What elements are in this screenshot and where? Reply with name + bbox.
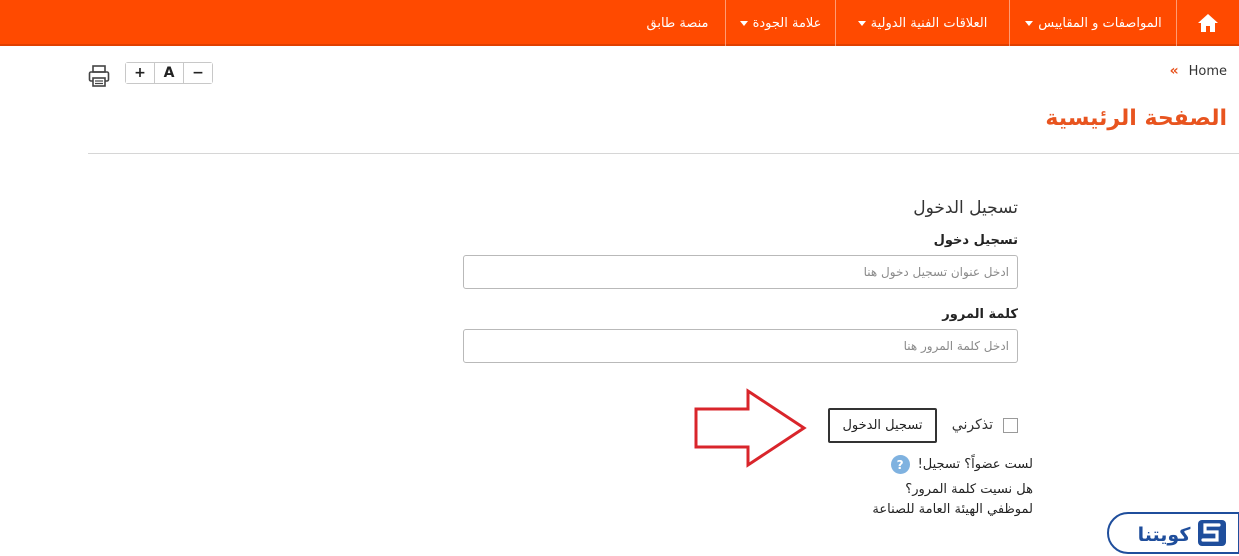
remember-me-checkbox[interactable]	[1003, 417, 1018, 433]
nav-item-standards[interactable]: المواصفات و المقاييس	[1009, 0, 1177, 46]
password-label: كلمة المرور	[942, 307, 1018, 322]
remember-me: تذكرني	[952, 417, 1018, 433]
employees-link[interactable]: لموظفي الهيئة العامة للصناعة	[872, 502, 1033, 517]
username-label: تسجيل دخول	[933, 233, 1018, 248]
register-row: لست عضواً؟ تسجيل! ?	[890, 455, 1033, 474]
remember-me-label: تذكرني	[951, 417, 993, 433]
nav-item-label: العلاقات الفنية الدولية	[870, 15, 988, 31]
top-navigation: المواصفات و المقاييس العلاقات الفنية الد…	[0, 0, 1239, 46]
nav-item-label: علامة الجودة	[752, 15, 822, 31]
nav-item-quality-mark[interactable]: علامة الجودة	[725, 0, 835, 46]
login-heading: تسجيل الدخول	[913, 198, 1018, 218]
nav-item-label: منصة طابق	[646, 15, 709, 31]
username-input[interactable]	[463, 255, 1018, 289]
nav-item-tabiq-platform[interactable]: منصة طابق	[630, 0, 725, 46]
arrow-right-icon	[694, 388, 807, 468]
kuwaitna-logo: كويتنا	[1107, 512, 1239, 554]
logo-text: كويتنا	[1138, 524, 1192, 546]
font-size-controls: + A −	[125, 62, 213, 84]
title-divider	[88, 153, 1239, 154]
breadcrumb: « Home	[1170, 63, 1227, 79]
font-increase-button[interactable]: +	[126, 63, 154, 83]
printer-icon[interactable]	[88, 64, 110, 88]
register-link[interactable]: لست عضواً؟ تسجيل!	[918, 457, 1033, 472]
page-title: الصفحة الرئيسية	[1045, 106, 1227, 131]
password-input[interactable]	[463, 329, 1018, 363]
chevron-down-icon	[739, 20, 748, 26]
login-button[interactable]: تسجيل الدخول	[828, 408, 937, 443]
breadcrumb-chevron-icon: «	[1169, 63, 1179, 79]
nav-item-label: المواصفات و المقاييس	[1038, 15, 1162, 31]
nav-home-button[interactable]	[1176, 0, 1239, 46]
nav-item-international-relations[interactable]: العلاقات الفنية الدولية	[835, 0, 1009, 46]
chevron-down-icon	[857, 20, 866, 26]
font-reset-button[interactable]: A	[154, 63, 183, 83]
breadcrumb-home-link[interactable]: Home	[1189, 64, 1227, 79]
forgot-password-link[interactable]: هل نسيت كلمة المرور؟	[905, 482, 1033, 497]
help-icon[interactable]: ?	[890, 455, 910, 474]
font-decrease-button[interactable]: −	[183, 63, 212, 83]
chevron-down-icon	[1025, 20, 1034, 26]
home-icon	[1198, 14, 1218, 32]
